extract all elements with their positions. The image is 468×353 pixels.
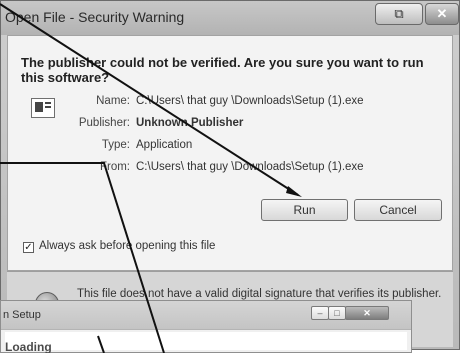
from-value: C:\Users\ that guy \Downloads\Setup (1).… [136,161,364,173]
setup-window-title: n Setup [3,309,41,321]
restore-icon: ⧉ [394,6,404,21]
setup-maximize-button[interactable]: □ [328,306,346,320]
publisher-value: Unknown Publisher [136,117,244,129]
window-title: Open File - Security Warning [5,9,185,25]
name-label: Name: [96,95,130,107]
publisher-label: Publisher: [78,117,130,129]
warning-headline: The publisher could not be verified. Are… [21,55,424,85]
always-ask-label[interactable]: Always ask before opening this file [39,240,215,252]
dialog-content: The publisher could not be verified. Are… [7,35,453,271]
security-warning-dialog: Open File - Security Warning ⧉ ✕ The pub… [0,0,460,350]
setup-title-bar: n Setup – □ ✕ [1,301,411,330]
setup-window-body: Loading [5,332,407,353]
always-ask-checkbox[interactable]: ✓ [23,242,34,253]
title-bar: Open File - Security Warning ⧉ ✕ [1,1,459,35]
name-value: C:\Users\ that guy \Downloads\Setup (1).… [136,95,364,107]
run-button[interactable]: Run [261,199,348,221]
screenshot-stage: Open File - Security Warning ⧉ ✕ The pub… [0,0,468,353]
setup-close-button[interactable]: ✕ [345,306,389,320]
close-icon: ✕ [363,308,371,318]
restore-button[interactable]: ⧉ [375,3,423,25]
setup-logo: Loading [5,340,51,353]
setup-window: n Setup – □ ✕ Loading [0,300,412,353]
from-label: From: [99,161,130,173]
maximize-icon: □ [334,308,340,318]
setup-minimize-button[interactable]: – [311,306,329,320]
close-button[interactable]: ✕ [425,3,459,25]
type-label: Type: [101,139,130,151]
cancel-button[interactable]: Cancel [354,199,442,221]
type-value: Application [136,139,193,151]
minimize-icon: – [317,308,323,318]
close-icon: ✕ [436,6,448,21]
